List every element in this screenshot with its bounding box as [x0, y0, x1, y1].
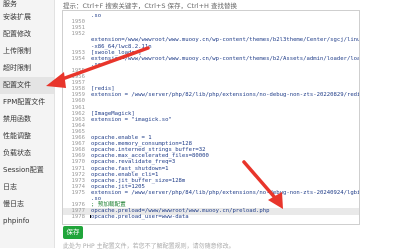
sidebar-item[interactable]: 性能调整	[0, 128, 54, 145]
sidebar-item[interactable]: 服务	[0, 0, 54, 8]
code-text: extension=/www/wwwroot/www.muooy.cn/wp-c…	[91, 55, 360, 62]
code-text: opcache.memory_consumption=128	[91, 141, 193, 148]
code-line[interactable]: 1978 opcache.preload_user=www-data	[63, 214, 359, 221]
code-text: -x86_64/lwc8.2.11n	[91, 43, 152, 50]
code-text: opcache.max_accelerated_files=80000	[91, 153, 209, 160]
code-text: opcache.jit=1205	[91, 183, 145, 190]
code-text: .so	[91, 61, 102, 68]
code-text: extension=/www/wwwroot/www.muooy.cn/wp-c…	[91, 37, 360, 44]
save-button[interactable]: 保存	[63, 226, 83, 239]
code-text: extension = /www/server/php/82/lib/php/e…	[91, 92, 360, 99]
code-text: [swoole_loader]	[91, 49, 142, 56]
sidebar-item[interactable]: 负载状态	[0, 145, 54, 162]
footer-hint: 此处为 PHP 主配置文件，若您不了解配置规则，请勿随意修改。	[63, 243, 235, 250]
code-text: opcache.fast_shutdown=1	[91, 165, 169, 172]
code-text: .so	[91, 13, 102, 19]
code-text: opcache.preload=/www/wwwroot/www.muooy.c…	[91, 208, 270, 215]
code-text: opcache.enable_cli=1	[91, 171, 159, 178]
code-text: opcache.revalidate_freq=3	[91, 159, 176, 166]
code-text: extension = /www/server/php/84/lib/php/e…	[91, 189, 360, 196]
sidebar-item[interactable]: 安装扩展	[0, 9, 54, 26]
sidebar-item[interactable]: phpinfo	[0, 213, 54, 230]
sidebar-item[interactable]: 配置文件	[0, 77, 54, 94]
sidebar-item[interactable]: FPM配置文件	[0, 94, 54, 111]
sidebar-item[interactable]: 配置修改	[0, 26, 54, 43]
code-text: opcache.enable = 1	[91, 135, 152, 141]
sidebar-item[interactable]: 慢日志	[0, 196, 54, 213]
sidebar-item[interactable]: 上传限制	[0, 43, 54, 60]
editor-hint: 提示：Ctrl+F 搜索关键字，Ctrl+S 保存，Ctrl+H 查找替换	[63, 2, 237, 10]
sidebar: 服务 安装扩展 配置修改 上传限制 超时限制 配置文件 FPM配置文件 禁用函数 性能调整 负载状…	[0, 0, 55, 248]
code-text: opcache.preload_user=www-data	[91, 214, 189, 221]
code-text: [redis]	[91, 86, 115, 93]
sidebar-item[interactable]: 禁用函数	[0, 111, 54, 128]
sidebar-item[interactable]: 超时限制	[0, 60, 54, 77]
sidebar-item[interactable]: 日志	[0, 179, 54, 196]
line-number: 1978	[71, 214, 85, 221]
code-text: opcache.interned_strings_buffer=32	[91, 147, 206, 154]
code-text: [ImageMagick]	[91, 110, 135, 117]
code-text: ; 预加载配置	[91, 202, 126, 209]
code-text: extension = "imagick.so"	[91, 116, 172, 123]
config-editor[interactable]: .so 1950 1951 1952 extension=/www/wwwroot/ww…	[62, 10, 360, 225]
main-panel: 提示：Ctrl+F 搜索关键字，Ctrl+S 保存，Ctrl+H 查找替换 .s…	[57, 0, 400, 250]
sidebar-item[interactable]: Session配置	[0, 162, 54, 179]
code-text: opcache.jit_buffer_size=128m	[91, 177, 186, 184]
